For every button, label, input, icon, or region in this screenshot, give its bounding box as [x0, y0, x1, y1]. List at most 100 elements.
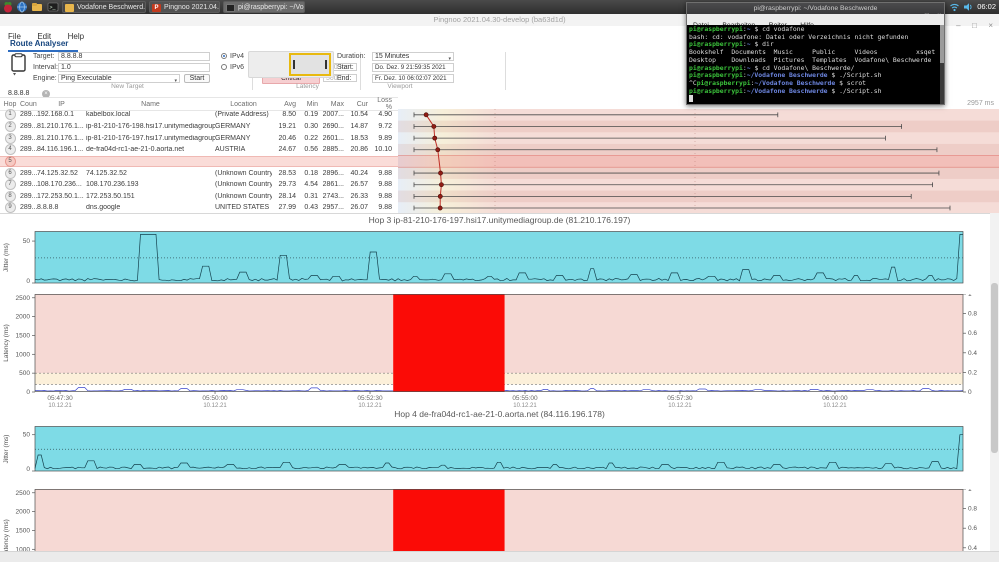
raspberry-menu-icon[interactable]: [2, 1, 14, 13]
table-row[interactable]: 8 289... 172.253.50.1... 172.253.50.151 (Unk…: [0, 190, 398, 202]
hop-number-badge: 2: [4, 120, 16, 132]
hop-number-badge: 5: [4, 155, 16, 167]
col-avg[interactable]: Avg: [272, 101, 299, 108]
taskbar-window-terminal[interactable]: pi@raspberrypi: ~/Vo...: [223, 1, 305, 13]
svg-text:05:52:30: 05:52:30: [357, 395, 383, 402]
target-label: Target:: [33, 53, 55, 60]
hop3-jitter-chart[interactable]: 0 50 Jitter (ms): [0, 231, 999, 284]
file-manager-icon[interactable]: [31, 1, 43, 13]
col-count[interactable]: Count: [20, 101, 37, 108]
interval-label: Interval:: [33, 64, 58, 71]
start-button[interactable]: Start: [184, 74, 210, 83]
hop-number-badge: 6: [4, 167, 16, 179]
svg-text:1500: 1500: [16, 527, 31, 534]
viewport-handle-right[interactable]: [325, 60, 327, 69]
table-row[interactable]: 3 289... 81.210.176.1... ip-81-210-176-197.…: [0, 132, 398, 144]
viewport-start-input[interactable]: Do. Dez. 9 21:59:35 2021: [372, 63, 454, 72]
svg-text:0: 0: [26, 278, 30, 284]
menu-help[interactable]: Help: [68, 31, 84, 43]
table-row[interactable]: 6 289... 74.125.32.52 74.125.32.52 (Unknown …: [0, 167, 398, 179]
table-row[interactable]: 1 289... 192.168.0.1 kabelbox.local (Private…: [0, 109, 398, 121]
col-hop[interactable]: Hop: [0, 101, 20, 108]
svg-text:10.12.21: 10.12.21: [668, 403, 692, 408]
svg-text:Jitter (ms): Jitter (ms): [3, 243, 10, 272]
new-target-icon[interactable]: [9, 53, 29, 77]
ipv4-radio[interactable]: [221, 53, 227, 59]
svg-text:0.4: 0.4: [968, 350, 977, 357]
hop4-jitter-chart[interactable]: 0 50 Jitter (ms): [0, 426, 999, 472]
svg-text:05:57:30: 05:57:30: [667, 395, 693, 402]
terminal-line: [689, 95, 942, 103]
hop-number-badge: 8: [4, 190, 16, 202]
svg-text:2000: 2000: [16, 509, 31, 516]
taskbar-window-files[interactable]: Vodafone Beschwerd...: [62, 1, 146, 13]
table-row[interactable]: 4 289... 84.116.196.1... de-fra04d-rc1-ae-2…: [0, 144, 398, 156]
svg-text:50: 50: [23, 432, 31, 439]
svg-text:05:50:00: 05:50:00: [202, 395, 228, 402]
col-max[interactable]: Max: [321, 101, 347, 108]
duration-value: 15 Minutes: [375, 53, 410, 60]
col-location[interactable]: Location: [215, 101, 272, 108]
engine-select[interactable]: Ping Executable ▾: [58, 74, 180, 83]
svg-text:0.8: 0.8: [968, 311, 977, 318]
taskbar-window-pingnoo-label: Pingnoo 2021.04.30-...: [164, 4, 219, 11]
terminal-cursor: [689, 95, 693, 102]
viewport-end-input[interactable]: Fr. Dez. 10 06:02:07 2021: [372, 74, 454, 83]
tab-target-8888[interactable]: 8.8.8.8: [8, 90, 29, 97]
svg-text:0.8: 0.8: [968, 506, 977, 513]
table-row[interactable]: 7 289... 108.170.236... 108.170.236.193 (Unk…: [0, 179, 398, 191]
viewport-selection[interactable]: [289, 53, 331, 76]
col-cur[interactable]: Cur: [347, 101, 371, 108]
table-row[interactable]: 5: [0, 155, 398, 168]
col-name[interactable]: Name: [86, 101, 215, 108]
viewport-preview[interactable]: [248, 51, 334, 78]
terminal-output[interactable]: pi@raspberrypi:~ $ cd vodafone bash: cd: …: [687, 25, 944, 104]
taskbar-window-pingnoo[interactable]: P Pingnoo 2021.04.30-...: [149, 1, 220, 13]
svg-text:0.6: 0.6: [968, 330, 977, 337]
hop-latency-graph[interactable]: [398, 109, 999, 214]
viewport-handle-left[interactable]: [293, 60, 295, 69]
col-ip[interactable]: IP: [37, 101, 86, 108]
svg-text:500: 500: [19, 370, 30, 377]
svg-text:0: 0: [26, 466, 30, 472]
desktop: >_ Vodafone Beschwerd... P Pingnoo 2021.…: [0, 0, 999, 562]
taskbar-window-files-label: Vodafone Beschwerd...: [77, 4, 146, 11]
terminal-titlebar[interactable]: pi@raspberrypi: ~/Vodafone Beschwerde – …: [687, 3, 944, 19]
table-row[interactable]: 2 289... 81.210.176.1... ip-81-210-176-198.…: [0, 120, 398, 133]
tab-route-analyser[interactable]: Route Analyser: [10, 39, 68, 48]
svg-text:05:47:30: 05:47:30: [47, 395, 73, 402]
terminal-launcher-icon[interactable]: >_: [47, 1, 59, 13]
hop-number-badge: 9: [4, 202, 16, 214]
col-min[interactable]: Min: [299, 101, 321, 108]
terminal-scrollbar[interactable]: [940, 25, 944, 104]
duration-select[interactable]: 15 Minutes ▾: [372, 52, 454, 61]
interval-input[interactable]: 1.0: [58, 63, 210, 72]
chevron-down-icon: ▾: [448, 56, 451, 61]
wifi-icon[interactable]: [948, 1, 961, 13]
volume-icon[interactable]: [962, 1, 974, 13]
hop4-chart-title: Hop 4 de-fra04d-rc1-ae-21-0.aorta.net (8…: [394, 409, 605, 419]
terminal-menubar: Datei Bearbeiten Reiter Hilfe: [687, 14, 944, 29]
ipv6-radio[interactable]: [221, 64, 227, 70]
group-label-viewport: Viewport: [387, 83, 413, 90]
pingnoo-icon: P: [152, 4, 161, 12]
charts-scrollbar[interactable]: [990, 213, 999, 551]
target-input[interactable]: 8.8.8.8: [58, 52, 210, 61]
terminal-line: pi@raspberrypi:~/Vodafone Beschwerde $ .…: [689, 86, 882, 95]
engine-value: Ping Executable: [61, 75, 112, 82]
svg-text:0: 0: [968, 389, 972, 396]
hop4-latency-chart[interactable]: 05001000150020002500Latency (ms)10.80.60…: [0, 489, 999, 551]
clock[interactable]: 06:02: [977, 2, 996, 11]
svg-text:06:00:00: 06:00:00: [822, 395, 848, 402]
web-browser-icon[interactable]: [16, 1, 28, 13]
taskbar-window-terminal-label: pi@raspberrypi: ~/Vo...: [238, 4, 305, 11]
ipv6-label: IPv6: [230, 63, 245, 71]
svg-text:10.12.21: 10.12.21: [48, 403, 72, 408]
scrollbar-thumb[interactable]: [991, 283, 998, 453]
svg-text:10.12.21: 10.12.21: [513, 403, 537, 408]
svg-text:1500: 1500: [16, 332, 31, 339]
scrollbar-thumb[interactable]: [940, 25, 944, 63]
hop3-latency-chart[interactable]: 0 500 1000 1500 2000 2500 Latency (ms) 1 0.8 0.6 0…: [0, 294, 999, 408]
svg-text:50: 50: [23, 238, 31, 245]
svg-text:0.2: 0.2: [968, 369, 977, 376]
